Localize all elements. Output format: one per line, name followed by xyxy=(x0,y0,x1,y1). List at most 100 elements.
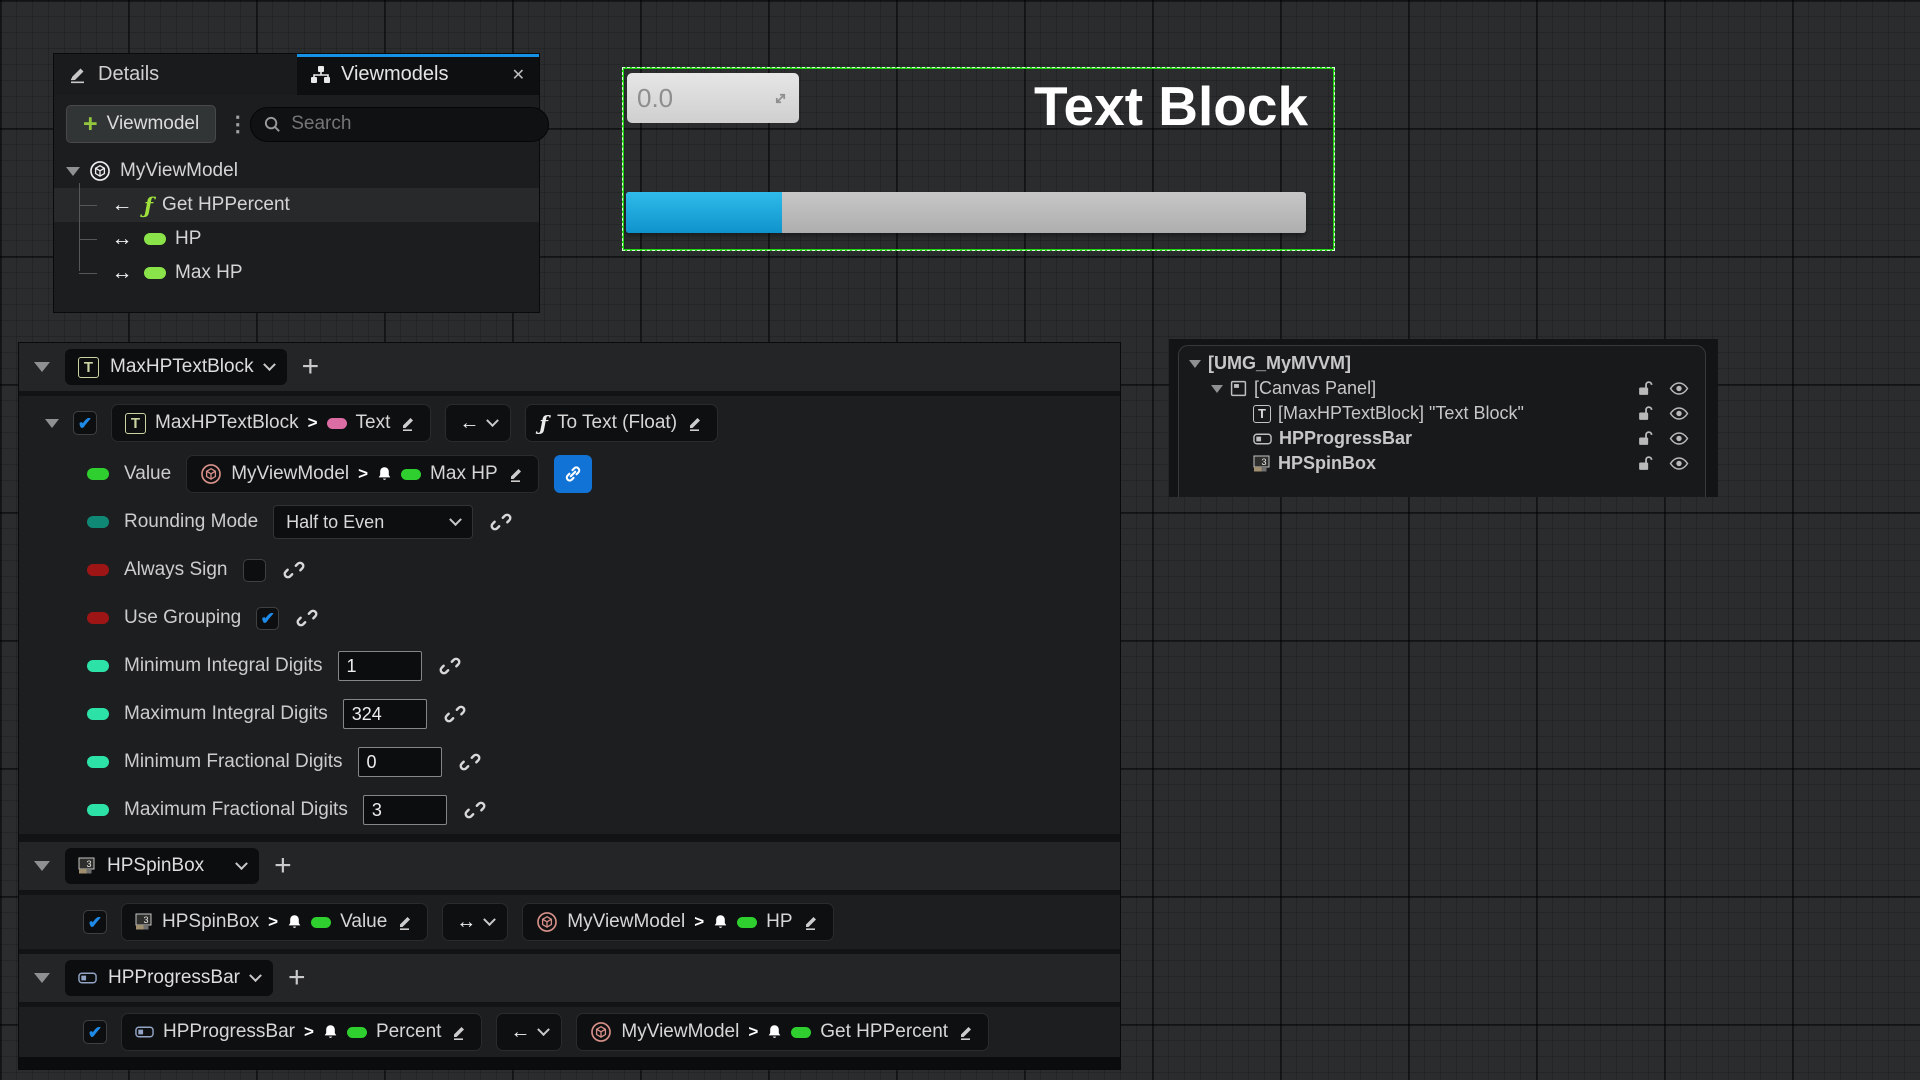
binding-target-pill[interactable]: HPProgressBar > Percent xyxy=(121,1013,482,1051)
options-menu-icon[interactable]: ⋮ xyxy=(227,112,239,137)
max-fractional-input[interactable] xyxy=(363,795,447,825)
add-viewmodel-button[interactable]: + Viewmodel xyxy=(66,105,216,143)
hierarchy-row-maxhptextblock[interactable]: T [MaxHPTextBlock] "Text Block" xyxy=(1179,401,1705,426)
tree-item-label: MyViewModel xyxy=(120,160,238,182)
visibility-eye-icon[interactable] xyxy=(1669,432,1689,445)
unlinked-button[interactable] xyxy=(439,655,461,677)
add-binding-button[interactable]: + xyxy=(288,963,306,993)
hierarchy-row-canvas-panel[interactable]: [Canvas Panel] xyxy=(1179,376,1705,401)
unlinked-button[interactable] xyxy=(283,559,305,581)
tree-item-get-hppercent[interactable]: ← ƒ Get HPPercent xyxy=(54,188,539,222)
edit-pencil-icon[interactable] xyxy=(396,913,414,931)
progressbar-icon xyxy=(1253,432,1272,446)
target-property-label: Text xyxy=(356,412,391,434)
target-property-label: Percent xyxy=(376,1021,441,1043)
min-integral-input[interactable] xyxy=(338,651,422,681)
notify-bell-icon xyxy=(377,466,392,483)
spinbox-icon: 3 xyxy=(78,857,96,875)
linked-button[interactable] xyxy=(554,455,592,493)
binding-direction-dropdown[interactable]: ← xyxy=(496,1013,562,1051)
visibility-eye-icon[interactable] xyxy=(1669,407,1689,420)
spinbox-icon: 3 xyxy=(135,913,153,931)
tree-item-myviewmodel[interactable]: MyViewModel xyxy=(54,154,539,188)
binding-enabled-checkbox[interactable]: ✔ xyxy=(83,1020,107,1044)
visibility-eye-icon[interactable] xyxy=(1669,457,1689,470)
unlock-icon[interactable] xyxy=(1637,380,1654,397)
binding-source-pill[interactable]: MyViewModel > Get HPPercent xyxy=(576,1013,989,1051)
unlinked-button[interactable] xyxy=(459,751,481,773)
edit-pencil-icon[interactable] xyxy=(399,414,417,432)
unlock-icon[interactable] xyxy=(1637,430,1654,447)
textblock-icon: T xyxy=(78,357,99,378)
unlinked-button[interactable] xyxy=(296,607,318,629)
conversion-function-label: To Text (Float) xyxy=(557,412,677,434)
hierarchy-row-hpspinbox[interactable]: 3 HPSpinBox xyxy=(1179,451,1705,476)
search-input[interactable] xyxy=(291,113,536,135)
tree-item-max-hp[interactable]: ↔ Max HP xyxy=(54,256,539,290)
expander-triangle-icon[interactable] xyxy=(45,419,59,428)
unlinked-button[interactable] xyxy=(464,799,486,821)
expander-triangle-icon[interactable] xyxy=(1189,360,1201,368)
tab-viewmodels[interactable]: Viewmodels ✕ xyxy=(297,54,539,95)
widget-selector-maxhptextblock[interactable]: T MaxHPTextBlock xyxy=(65,349,287,385)
prop-label: Maximum Integral Digits xyxy=(124,703,328,725)
use-grouping-checkbox[interactable]: ✔ xyxy=(256,607,279,630)
unlock-icon[interactable] xyxy=(1637,455,1654,472)
rounding-mode-select[interactable]: Half to Even xyxy=(273,505,473,539)
value-source-pill[interactable]: MyViewModel > Max HP xyxy=(186,455,538,493)
target-widget-label: MaxHPTextBlock xyxy=(155,412,299,434)
edit-pencil-icon[interactable] xyxy=(450,1023,468,1041)
expander-triangle-icon[interactable] xyxy=(66,167,80,176)
min-fractional-input[interactable] xyxy=(358,747,442,777)
widget-section-header-hpprogressbar: HPProgressBar + xyxy=(19,954,1120,1002)
maxhp-textblock-widget[interactable]: Text Block xyxy=(1034,74,1308,138)
edit-pencil-icon[interactable] xyxy=(686,414,704,432)
expander-triangle-icon[interactable] xyxy=(1211,385,1223,393)
unlinked-button[interactable] xyxy=(444,703,466,725)
hpspinbox-widget[interactable]: 0.0 xyxy=(627,73,799,123)
always-sign-checkbox[interactable] xyxy=(243,559,266,582)
binding-direction-dropdown[interactable]: ↔ xyxy=(442,903,508,941)
binding-enabled-checkbox[interactable]: ✔ xyxy=(73,411,97,435)
float-type-pill-icon xyxy=(311,917,331,928)
widget-selector-hpprogressbar[interactable]: HPProgressBar xyxy=(65,960,273,996)
binding-source-pill[interactable]: MyViewModel > HP xyxy=(522,903,833,941)
expander-triangle-icon[interactable] xyxy=(34,861,50,871)
add-viewmodel-label: Viewmodel xyxy=(107,113,200,135)
spinbox-value: 0.0 xyxy=(637,83,772,114)
search-box[interactable] xyxy=(250,107,549,142)
hierarchy-row-hpprogressbar[interactable]: HPProgressBar xyxy=(1179,426,1705,451)
conversion-function-pill[interactable]: ƒ To Text (Float) xyxy=(525,404,718,442)
binding-enabled-checkbox[interactable]: ✔ xyxy=(83,910,107,934)
float-type-pill-icon xyxy=(347,1027,367,1038)
binding-direction-dropdown[interactable]: ← xyxy=(445,404,511,442)
viewmodel-property-label: Max HP xyxy=(430,463,498,485)
unlock-icon[interactable] xyxy=(1637,405,1654,422)
property-type-pill-icon xyxy=(144,233,166,245)
two-way-arrow-icon: ↔ xyxy=(109,227,135,251)
plus-icon: + xyxy=(83,112,98,137)
max-integral-input[interactable] xyxy=(343,699,427,729)
widget-selector-hpspinbox[interactable]: 3 HPSpinBox xyxy=(65,848,259,884)
hpprogressbar-widget[interactable] xyxy=(626,192,1306,233)
expander-triangle-icon[interactable] xyxy=(34,362,50,372)
binding-target-pill[interactable]: T MaxHPTextBlock > Text xyxy=(111,404,431,442)
close-tab-icon[interactable]: ✕ xyxy=(512,65,525,85)
edit-pencil-icon[interactable] xyxy=(507,465,525,483)
add-binding-button[interactable]: + xyxy=(274,851,292,881)
add-binding-button[interactable]: + xyxy=(302,352,320,382)
hierarchy-row-root[interactable]: [UMG_MyMVVM] xyxy=(1179,351,1705,376)
tab-details[interactable]: Details xyxy=(54,54,297,95)
details-icon xyxy=(68,65,88,85)
edit-pencil-icon[interactable] xyxy=(802,913,820,931)
expander-triangle-icon[interactable] xyxy=(34,973,50,983)
svg-text:3: 3 xyxy=(86,859,91,869)
visibility-eye-icon[interactable] xyxy=(1669,382,1689,395)
binding-row-maxhptextblock-text: ✔ T MaxHPTextBlock > Text ← ƒ To Text (F… xyxy=(19,396,1120,450)
tree-item-hp[interactable]: ↔ HP xyxy=(54,222,539,256)
unlinked-button[interactable] xyxy=(490,511,512,533)
unreal-umg-designer-screen: Details Viewmodels ✕ + Viewmodel ⋮ xyxy=(0,0,1920,1080)
edit-pencil-icon[interactable] xyxy=(957,1023,975,1041)
binding-target-pill[interactable]: 3 HPSpinBox > Value xyxy=(121,903,428,941)
progress-fill xyxy=(626,192,782,233)
